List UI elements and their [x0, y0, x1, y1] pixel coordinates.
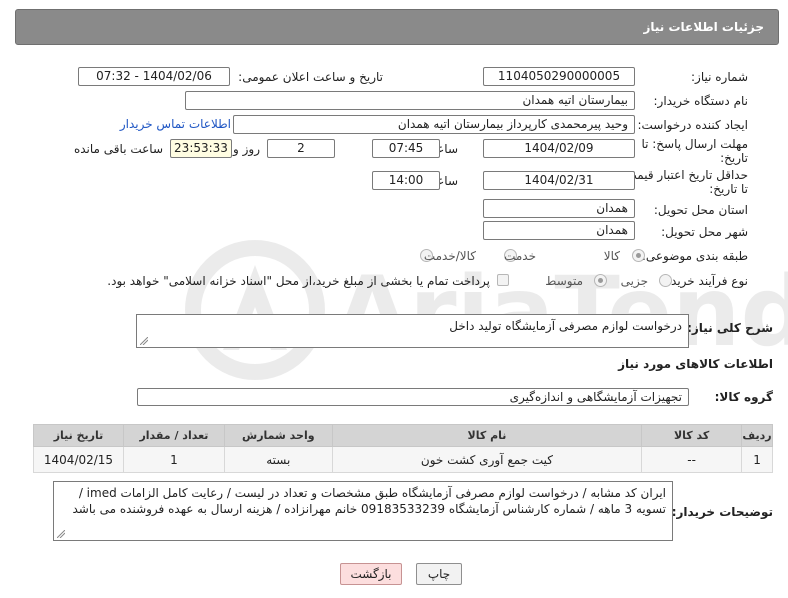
- reply-deadline-time: 07:45: [372, 139, 440, 158]
- table-header-row: ردیف کد کالا نام کالا واحد شمارش تعداد /…: [33, 424, 773, 447]
- purchase-option-medium: متوسط: [545, 274, 583, 288]
- price-validity-date: 1404/02/31: [483, 171, 635, 190]
- col-header-need-date: تاریخ نیاز: [33, 424, 124, 447]
- table-row: 1 -- کیت جمع آوری کشت خون بسته 1 1404/02…: [33, 446, 773, 473]
- remaining-time-field: 23:53:33: [170, 139, 232, 158]
- cell-unit: بسته: [223, 446, 333, 473]
- need-number-field: 1104050290000005: [483, 67, 635, 86]
- goods-group-label: گروه کالا:: [714, 390, 773, 404]
- announce-datetime-label: تاریخ و ساعت اعلان عمومی:: [238, 70, 383, 84]
- cell-quantity: 1: [123, 446, 225, 473]
- buyer-notes-textarea[interactable]: ایران کد مشابه / درخواست لوازم مصرفی آزم…: [53, 481, 673, 541]
- treasury-payment-note: پرداخت تمام یا بخشی از مبلغ خرید،از محل …: [107, 274, 490, 288]
- requester-field: وحید پیرمحمدی کارپرداز بیمارستان اتیه هم…: [233, 115, 635, 134]
- back-button[interactable]: بازگشت: [340, 563, 402, 585]
- cell-need-date: 1404/02/15: [33, 446, 124, 473]
- resize-grip-icon[interactable]: [57, 530, 65, 538]
- description-text: درخواست لوازم مصرفی آزمایشگاه تولید داخل: [449, 319, 682, 333]
- buyer-notes-text: ایران کد مشابه / درخواست لوازم مصرفی آزم…: [72, 486, 666, 516]
- description-textarea[interactable]: درخواست لوازم مصرفی آزمایشگاه تولید داخل: [136, 314, 689, 348]
- buyer-org-label: نام دستگاه خریدار:: [653, 94, 749, 108]
- col-header-quantity: تعداد / مقدار: [123, 424, 225, 447]
- print-button[interactable]: چاپ: [416, 563, 462, 585]
- category-radio-goods[interactable]: [632, 249, 645, 262]
- purchase-option-minor: جزیی: [620, 274, 648, 288]
- reply-days-label: روز و: [233, 142, 260, 156]
- announce-datetime-field: 1404/02/06 - 07:32: [78, 67, 230, 86]
- category-option-service: خدمت: [504, 249, 536, 263]
- remaining-time-label: ساعت باقی مانده: [73, 142, 163, 156]
- purchase-radio-medium[interactable]: [594, 274, 607, 287]
- goods-table: ردیف کد کالا نام کالا واحد شمارش تعداد /…: [33, 424, 773, 473]
- cell-item-code: --: [641, 446, 743, 473]
- purchase-radio-minor[interactable]: [659, 274, 672, 287]
- reply-days-field: 2: [267, 139, 335, 158]
- category-option-goods: کالا: [603, 249, 620, 263]
- svg-text:AriaTender: AriaTender: [335, 256, 788, 368]
- reply-deadline-label: مهلت ارسال پاسخ: تا تاریخ:: [641, 137, 748, 165]
- col-header-row-number: ردیف: [741, 424, 773, 447]
- page-header: جزئیات اطلاعات نیاز: [15, 9, 779, 45]
- page-title: جزئیات اطلاعات نیاز: [643, 20, 764, 34]
- buyer-contact-link[interactable]: اطلاعات تماس خریدار: [120, 117, 231, 131]
- description-label: شرح کلی نیاز:: [687, 321, 773, 335]
- buyer-notes-label: توضیحات خریدار:: [671, 505, 773, 519]
- goods-group-field: تجهیزات آزمایشگاهی و اندازه‌گیری: [137, 388, 689, 406]
- delivery-city-label: شهر محل تحویل:: [661, 225, 748, 239]
- resize-grip-icon[interactable]: [140, 337, 148, 345]
- cell-row-number: 1: [741, 446, 773, 473]
- category-option-goods-service: کالا/خدمت: [423, 249, 476, 263]
- category-label: طبقه بندی موضوعی:: [641, 249, 748, 263]
- buyer-org-field: بیمارستان اتیه همدان: [185, 91, 635, 110]
- delivery-province-label: استان محل تحویل:: [653, 203, 748, 217]
- price-validity-label: حداقل تاریخ اعتبار قیمت: تا تاریخ:: [621, 168, 748, 196]
- reply-deadline-date: 1404/02/09: [483, 139, 635, 158]
- requester-label: ایجاد کننده درخواست:: [637, 118, 748, 132]
- col-header-item-name: نام کالا: [331, 424, 643, 447]
- goods-section-title: اطلاعات کالاهای مورد نیاز: [618, 357, 773, 371]
- delivery-province-field: همدان: [483, 199, 635, 218]
- treasury-payment-checkbox[interactable]: [497, 274, 509, 286]
- cell-item-name: کیت جمع آوری کشت خون: [331, 446, 643, 473]
- price-validity-time: 14:00: [372, 171, 440, 190]
- need-number-label: شماره نیاز:: [691, 70, 748, 84]
- col-header-item-code: کد کالا: [641, 424, 743, 447]
- col-header-unit: واحد شمارش: [223, 424, 333, 447]
- purchase-type-label: نوع فرآیند خرید :: [663, 274, 748, 288]
- delivery-city-field: همدان: [483, 221, 635, 240]
